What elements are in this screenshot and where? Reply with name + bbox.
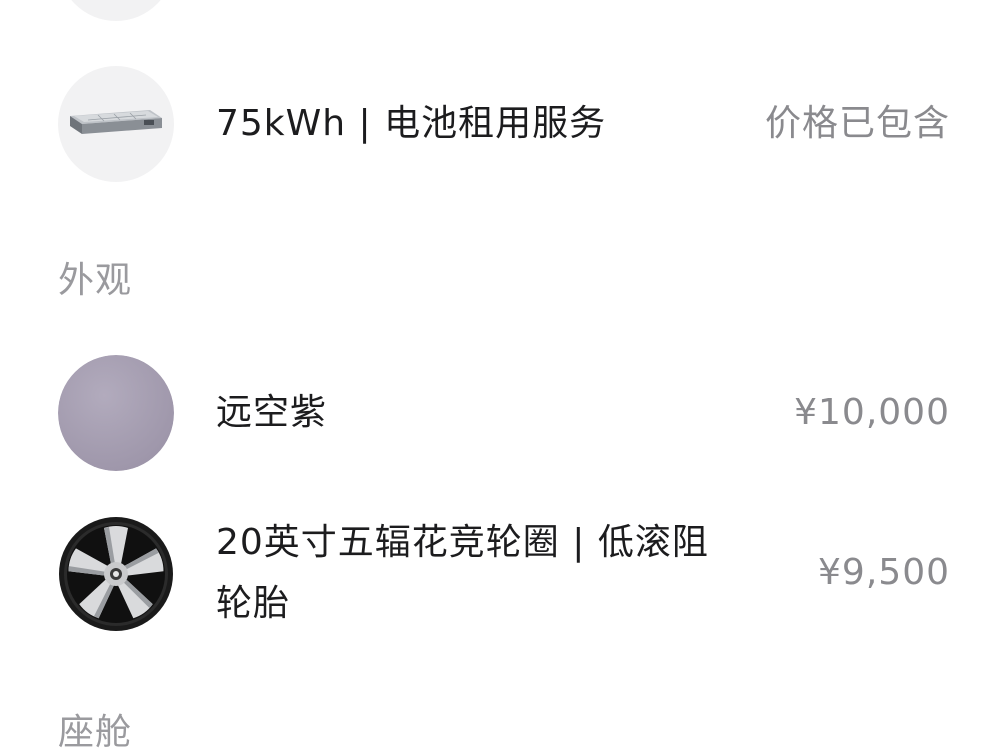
wheel-item-label-line1: 20英寸五辐花竞轮圈 | 低滚阻	[216, 522, 709, 563]
wheel-item-price: ¥9,500	[818, 552, 950, 593]
battery-item-price: 价格已包含	[764, 103, 950, 144]
color-item-price: ¥10,000	[794, 392, 950, 433]
cabin-section-title: 座舱	[58, 712, 133, 753]
config-summary-page: 75kWh | 电池租用服务 价格已包含 外观 远空紫 ¥10,000 20英寸…	[0, 0, 1008, 756]
previous-item-thumbnail	[58, 0, 174, 21]
exterior-section-title: 外观	[58, 260, 133, 301]
color-item-label: 远空紫	[216, 392, 328, 433]
battery-pack-icon	[58, 66, 174, 182]
battery-item-label: 75kWh | 电池租用服务	[216, 103, 607, 144]
wheel-item-label-line2: 轮胎	[216, 583, 291, 624]
wheel-rim-icon	[58, 516, 174, 632]
color-swatch-icon	[58, 355, 174, 471]
